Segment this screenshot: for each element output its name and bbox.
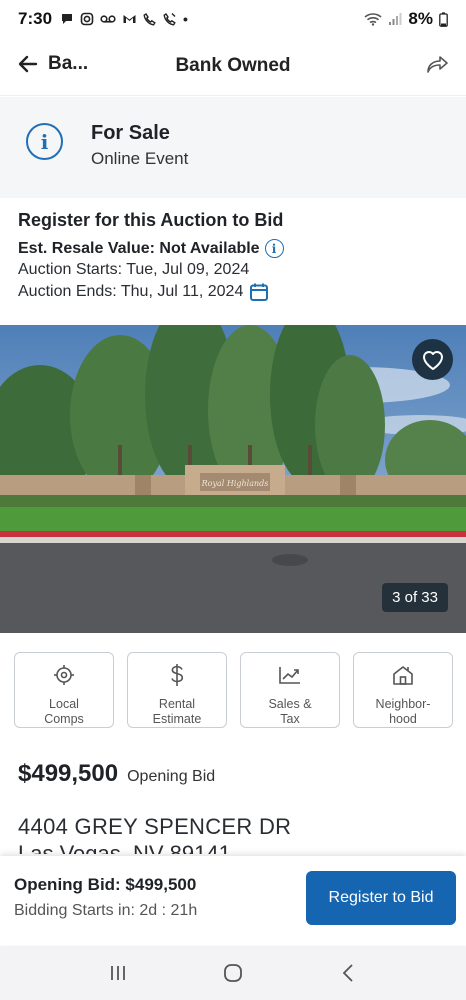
property-city: Las Vegas, NV 89141 bbox=[18, 841, 231, 854]
battery-icon bbox=[439, 11, 448, 27]
recent-apps-button[interactable] bbox=[98, 953, 138, 993]
tile-label: Neighbor- hood bbox=[375, 697, 431, 726]
page-title: Bank Owned bbox=[175, 55, 291, 76]
share-icon bbox=[427, 56, 448, 73]
tile-label: Sales & Tax bbox=[268, 697, 312, 726]
instagram-icon bbox=[80, 12, 94, 26]
price-label: Opening Bid bbox=[127, 768, 216, 785]
tile-label: Local Comps bbox=[44, 697, 84, 726]
tile-neighborhood[interactable]: Neighbor- hood bbox=[353, 652, 453, 728]
listing-price: $499,500 bbox=[18, 760, 119, 787]
property-address: 4404 GREY SPENCER DR bbox=[18, 814, 292, 839]
chevron-left-icon bbox=[343, 964, 353, 982]
app-header: Ba... Bank Owned bbox=[0, 38, 466, 96]
voicemail-icon bbox=[100, 15, 116, 23]
sale-status-banner: i For Sale Online Event bbox=[0, 97, 466, 198]
resale-info-icon[interactable]: i bbox=[264, 239, 284, 258]
home-button[interactable] bbox=[213, 953, 253, 993]
trend-chart-icon bbox=[279, 667, 300, 684]
action-tiles: Local Comps Rental Estimate Sales & Tax … bbox=[14, 652, 454, 728]
dot-icon: • bbox=[183, 11, 188, 27]
bidding-countdown: Bidding Starts in: 2d : 21h bbox=[14, 902, 198, 919]
signal-icon bbox=[389, 13, 402, 25]
missed-call-icon bbox=[143, 13, 156, 26]
home-icon bbox=[224, 964, 242, 982]
bid-footer: Opening Bid: $499,500 Bidding Starts in:… bbox=[0, 856, 466, 945]
chat-bubble-icon bbox=[62, 14, 73, 24]
status-time: 7:30 bbox=[18, 9, 53, 28]
house-icon bbox=[393, 666, 413, 685]
gmail-icon bbox=[123, 15, 136, 23]
recent-apps-icon bbox=[110, 966, 125, 980]
notification-icons: • bbox=[60, 11, 188, 27]
share-button[interactable] bbox=[426, 54, 450, 81]
system-nav-bar bbox=[0, 946, 466, 1000]
photo-counter: 3 of 33 bbox=[382, 583, 448, 612]
system-back-button[interactable] bbox=[328, 953, 368, 993]
favorite-button[interactable] bbox=[412, 339, 453, 380]
event-type: Online Event bbox=[91, 149, 189, 168]
resale-value-row: Est. Resale Value: Not Available i bbox=[18, 239, 458, 258]
wifi-icon bbox=[364, 13, 382, 26]
status-bar: 7:30 • 8% bbox=[0, 0, 466, 38]
auction-starts-text: Auction Starts: Tue, Jul 09, 2024 bbox=[18, 261, 250, 278]
calendar-icon[interactable] bbox=[249, 282, 269, 302]
phone-icon bbox=[163, 13, 176, 26]
sale-status: For Sale bbox=[91, 122, 170, 144]
register-heading: Register for this Auction to Bid bbox=[18, 210, 284, 230]
price-row: $499,500 Opening Bid bbox=[18, 760, 215, 788]
target-icon bbox=[54, 665, 74, 685]
tile-sales-tax[interactable]: Sales & Tax bbox=[240, 652, 340, 728]
auction-ends-text: Auction Ends: Thu, Jul 11, 2024 bbox=[18, 283, 244, 300]
auction-info: Register for this Auction to Bid Est. Re… bbox=[18, 210, 458, 302]
heart-icon bbox=[422, 350, 443, 370]
resale-value: Est. Resale Value: Not Available bbox=[18, 239, 260, 257]
dollar-icon bbox=[171, 664, 184, 686]
info-icon: i bbox=[26, 123, 63, 160]
tile-rental-estimate[interactable]: Rental Estimate bbox=[127, 652, 227, 728]
sign-text: Royal Highlands bbox=[201, 479, 269, 488]
register-to-bid-button[interactable]: Register to Bid bbox=[306, 871, 456, 925]
auction-starts: Auction Starts: Tue, Jul 09, 2024 bbox=[18, 261, 458, 279]
auction-ends: Auction Ends: Thu, Jul 11, 2024 bbox=[18, 282, 458, 302]
opening-bid: Opening Bid: $499,500 bbox=[14, 875, 197, 894]
tile-label: Rental Estimate bbox=[152, 697, 202, 726]
tile-local-comps[interactable]: Local Comps bbox=[14, 652, 114, 728]
battery-percent: 8% bbox=[408, 9, 433, 28]
